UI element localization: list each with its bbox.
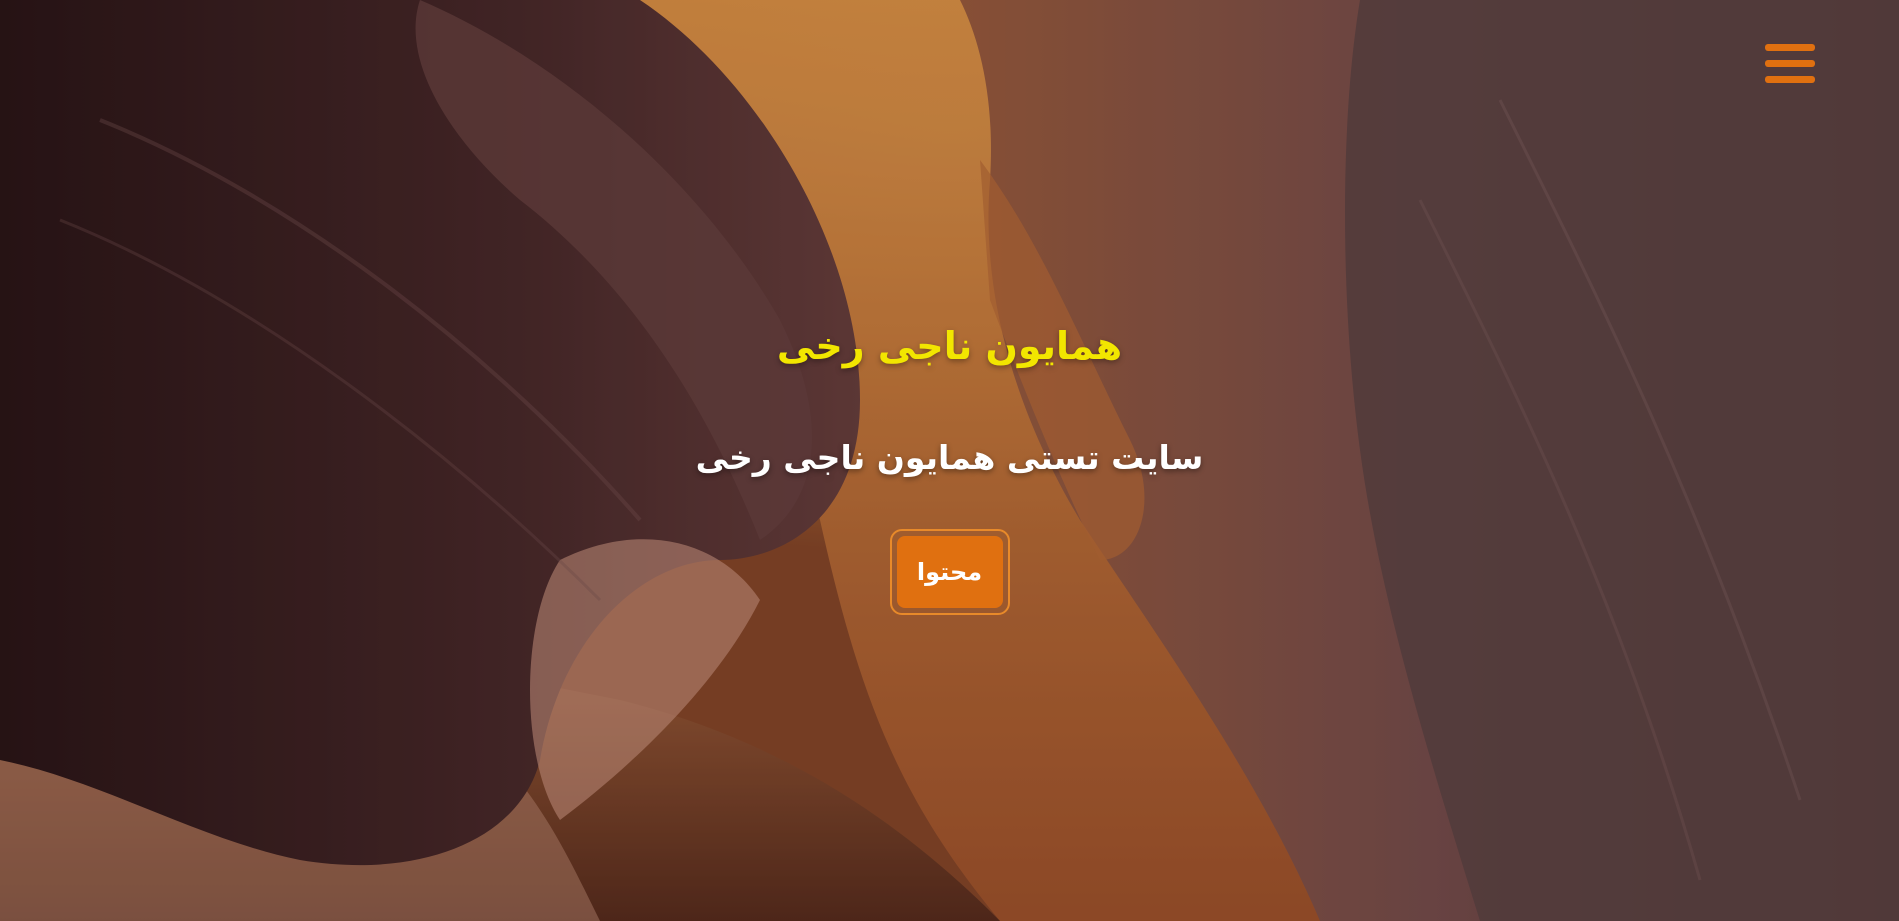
content-button-frame: محتوا <box>889 529 1010 615</box>
menu-bar <box>1765 60 1815 67</box>
hero-subtitle: سایت تستی همایون ناجی رخی <box>695 438 1204 477</box>
hamburger-menu-icon[interactable] <box>1765 42 1815 86</box>
menu-bar <box>1765 44 1815 51</box>
hero-section: همایون ناجی رخی سایت تستی همایون ناجی رخ… <box>0 0 1899 921</box>
hero-content: همایون ناجی رخی سایت تستی همایون ناجی رخ… <box>0 318 1899 615</box>
content-button[interactable]: محتوا <box>896 536 1003 608</box>
hero-title: همایون ناجی رخی <box>776 324 1123 368</box>
menu-bar <box>1765 76 1815 83</box>
